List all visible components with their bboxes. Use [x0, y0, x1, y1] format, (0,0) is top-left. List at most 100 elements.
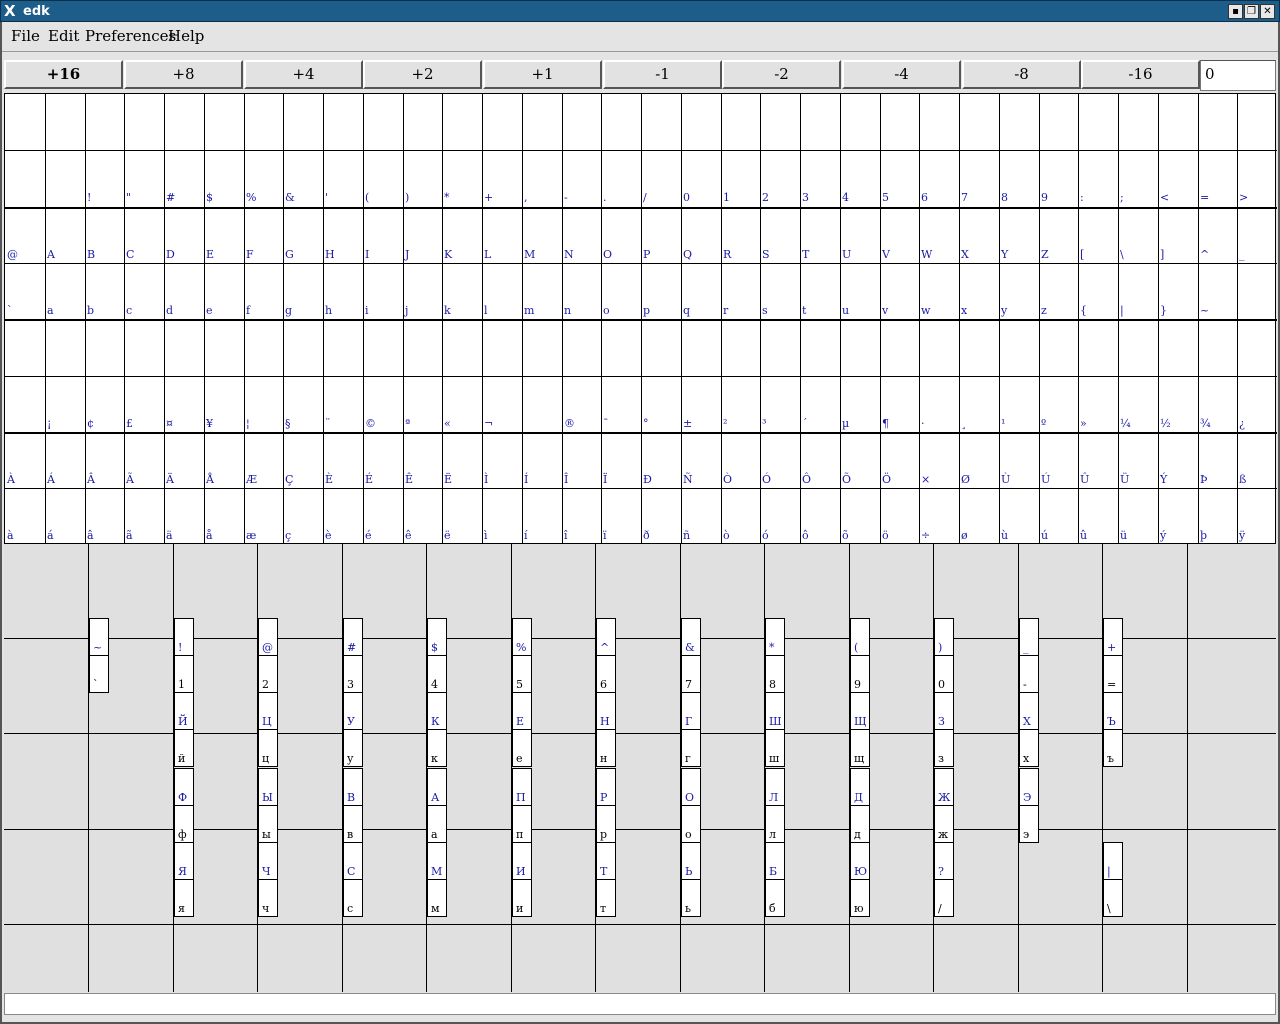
- glyph-cell[interactable]: V: [880, 207, 919, 263]
- glyph-cell[interactable]: §: [283, 376, 322, 432]
- glyph-cell[interactable]: f: [244, 263, 283, 319]
- glyph-cell[interactable]: ¯: [601, 376, 640, 432]
- glyph-cell[interactable]: <: [1158, 150, 1197, 206]
- glyph-cell[interactable]: 2: [760, 150, 799, 206]
- glyph-cell[interactable]: [1078, 319, 1117, 375]
- glyph-cell[interactable]: *: [442, 150, 481, 206]
- glyph-cell[interactable]: x: [959, 263, 998, 319]
- key-upper[interactable]: &: [681, 618, 701, 656]
- key-upper[interactable]: @: [258, 618, 278, 656]
- glyph-cell[interactable]: [959, 94, 998, 150]
- glyph-cell[interactable]: ": [124, 150, 163, 206]
- key-lower[interactable]: 8: [765, 655, 785, 693]
- glyph-cell[interactable]: `: [5, 263, 44, 319]
- glyph-cell[interactable]: Ö: [880, 432, 919, 488]
- glyph-cell[interactable]: [919, 319, 958, 375]
- key-upper[interactable]: О: [681, 768, 701, 806]
- key-lower[interactable]: 3: [343, 655, 363, 693]
- glyph-cell[interactable]: [5, 319, 44, 375]
- key-lower[interactable]: м: [427, 879, 447, 917]
- glyph-cell[interactable]: µ: [840, 376, 879, 432]
- glyph-cell[interactable]: [760, 319, 799, 375]
- key-lower[interactable]: 4: [427, 655, 447, 693]
- glyph-cell[interactable]: [840, 319, 879, 375]
- glyph-cell[interactable]: J: [403, 207, 442, 263]
- glyph-cell[interactable]: Â: [85, 432, 124, 488]
- glyph-cell[interactable]: Á: [45, 432, 84, 488]
- glyph-cell[interactable]: =: [1198, 150, 1237, 206]
- glyph-cell[interactable]: ®: [562, 376, 601, 432]
- key-upper[interactable]: ?: [934, 842, 954, 880]
- glyph-cell[interactable]: [1078, 94, 1117, 150]
- glyph-cell[interactable]: [800, 319, 839, 375]
- glyph-cell[interactable]: Ø: [959, 432, 998, 488]
- glyph-cell[interactable]: ¶: [880, 376, 919, 432]
- key-lower[interactable]: т: [596, 879, 616, 917]
- glyph-cell[interactable]: }: [1158, 263, 1197, 319]
- key-lower[interactable]: о: [681, 805, 701, 843]
- glyph-cell[interactable]: [323, 319, 362, 375]
- key-upper[interactable]: Ф: [174, 768, 194, 806]
- key-upper[interactable]: +: [1103, 618, 1123, 656]
- glyph-cell[interactable]: /: [641, 150, 680, 206]
- glyph-cell[interactable]: ë: [442, 488, 481, 544]
- glyph-cell[interactable]: ä: [164, 488, 203, 544]
- glyph-cell[interactable]: $: [204, 150, 243, 206]
- glyph-cell[interactable]: H: [323, 207, 362, 263]
- glyph-cell[interactable]: 7: [959, 150, 998, 206]
- glyph-cell[interactable]: [45, 94, 84, 150]
- glyph-cell[interactable]: [1039, 319, 1078, 375]
- glyph-cell[interactable]: b: [85, 263, 124, 319]
- glyph-cell[interactable]: [681, 319, 720, 375]
- key-upper[interactable]: К: [427, 692, 447, 730]
- glyph-cell[interactable]: Í: [522, 432, 561, 488]
- key-upper[interactable]: Г: [681, 692, 701, 730]
- key-upper[interactable]: В: [343, 768, 363, 806]
- glyph-cell[interactable]: [1237, 319, 1276, 375]
- glyph-cell[interactable]: ×: [919, 432, 958, 488]
- glyph-cell[interactable]: «: [442, 376, 481, 432]
- key-upper[interactable]: ~: [89, 618, 109, 656]
- glyph-cell[interactable]: Ï: [601, 432, 640, 488]
- glyph-cell[interactable]: ¨: [323, 376, 362, 432]
- key-lower[interactable]: 0: [934, 655, 954, 693]
- glyph-cell[interactable]: Ç: [283, 432, 322, 488]
- glyph-cell[interactable]: ©: [363, 376, 402, 432]
- glyph-cell[interactable]: [880, 94, 919, 150]
- glyph-cell[interactable]: Å: [204, 432, 243, 488]
- glyph-cell[interactable]: (: [363, 150, 402, 206]
- glyph-cell[interactable]: v: [880, 263, 919, 319]
- key-upper[interactable]: Д: [850, 768, 870, 806]
- glyph-cell[interactable]: c: [124, 263, 163, 319]
- glyph-cell[interactable]: ~: [1198, 263, 1237, 319]
- key-lower[interactable]: \: [1103, 879, 1123, 917]
- key-lower[interactable]: х: [1019, 729, 1039, 767]
- key-upper[interactable]: ): [934, 618, 954, 656]
- glyph-cell[interactable]: [1198, 319, 1237, 375]
- glyph-cell[interactable]: [85, 319, 124, 375]
- glyph-cell[interactable]: [562, 94, 601, 150]
- glyph-cell[interactable]: ò: [721, 488, 760, 544]
- glyph-cell[interactable]: ¾: [1198, 376, 1237, 432]
- glyph-cell[interactable]: [323, 94, 362, 150]
- glyph-cell[interactable]: E: [204, 207, 243, 263]
- glyph-cell[interactable]: [204, 94, 243, 150]
- glyph-cell[interactable]: [204, 319, 243, 375]
- glyph-cell[interactable]: 6: [919, 150, 958, 206]
- glyph-cell[interactable]: Ã: [124, 432, 163, 488]
- key-upper[interactable]: ^: [596, 618, 616, 656]
- key-upper[interactable]: П: [512, 768, 532, 806]
- key-lower[interactable]: ф: [174, 805, 194, 843]
- glyph-cell[interactable]: ¤: [164, 376, 203, 432]
- key-lower[interactable]: з: [934, 729, 954, 767]
- key-lower[interactable]: п: [512, 805, 532, 843]
- glyph-cell[interactable]: 1: [721, 150, 760, 206]
- glyph-cell[interactable]: [442, 319, 481, 375]
- glyph-cell[interactable]: È: [323, 432, 362, 488]
- glyph-cell[interactable]: g: [283, 263, 322, 319]
- glyph-cell[interactable]: #: [164, 150, 203, 206]
- glyph-cell[interactable]: Î: [562, 432, 601, 488]
- glyph-cell[interactable]: [522, 376, 561, 432]
- glyph-cell[interactable]: [442, 94, 481, 150]
- glyph-cell[interactable]: 9: [1039, 150, 1078, 206]
